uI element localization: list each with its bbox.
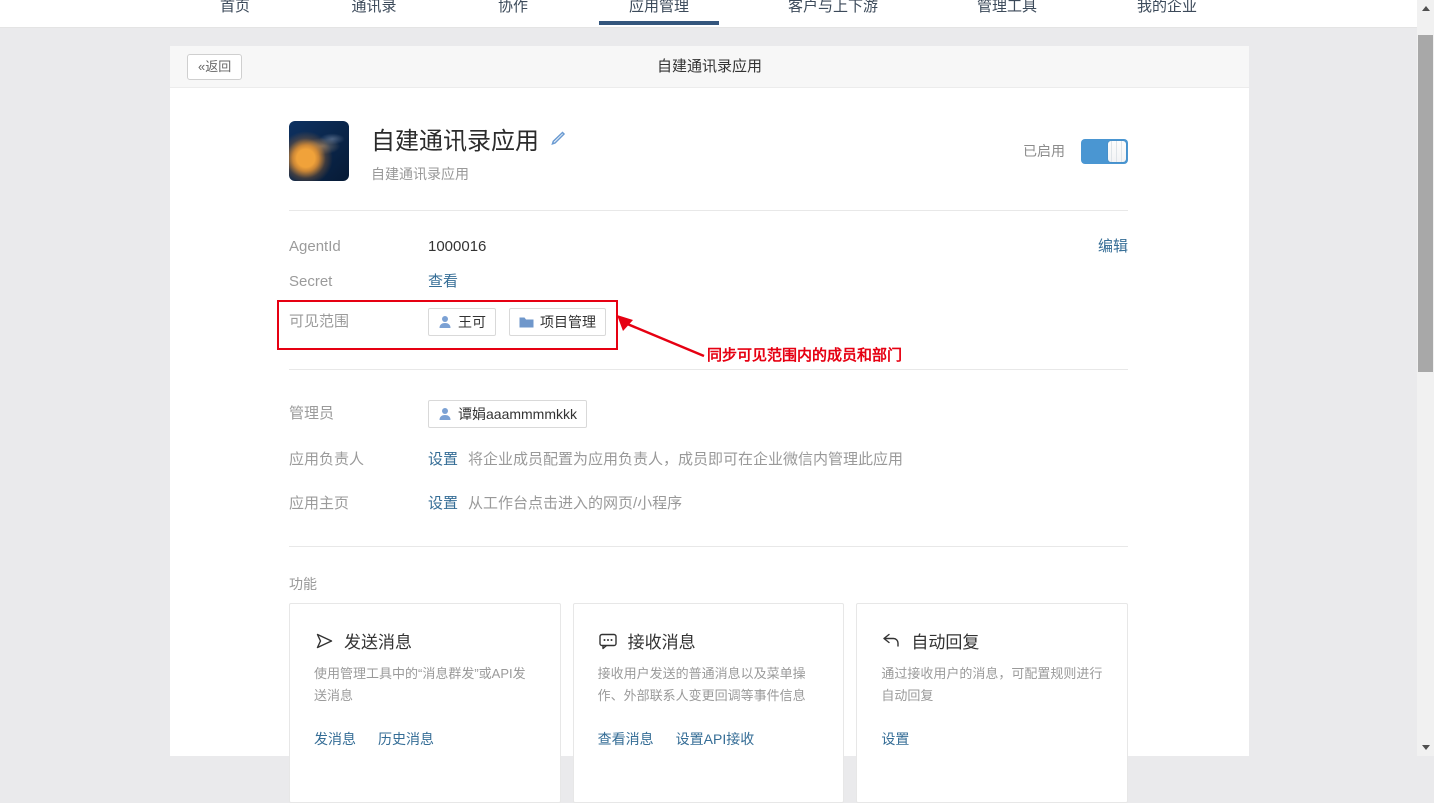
message-history-link[interactable]: 历史消息: [378, 729, 434, 749]
admin-row: 管理员 谭娟aaammmmkkk: [289, 400, 1128, 428]
app-owner-desc: 将企业成员配置为应用负责人，成员即可在企业微信内管理此应用: [468, 450, 903, 470]
agentid-value: 1000016: [428, 237, 486, 257]
feature-title: 自动回复: [911, 628, 979, 653]
app-name: 自建通讯录应用: [371, 121, 539, 156]
app-home-set-link[interactable]: 设置: [428, 494, 458, 514]
app-enabled-toggle[interactable]: [1081, 139, 1128, 164]
feature-desc: 接收用户发送的普通消息以及菜单操作、外部联系人变更回调等事件信息: [598, 663, 820, 707]
divider: [289, 210, 1128, 211]
toggle-knob: [1108, 141, 1126, 162]
visible-user-name: 王可: [458, 312, 486, 332]
app-home-label: 应用主页: [289, 494, 428, 514]
app-home-desc: 从工作台点击进入的网页/小程序: [468, 494, 682, 514]
admin-user-name: 谭娟aaammmmkkk: [458, 404, 577, 424]
reply-arrow-icon: [881, 631, 901, 651]
view-messages-link[interactable]: 查看消息: [598, 729, 654, 749]
folder-icon: [519, 316, 534, 329]
nav-tab-home[interactable]: 首页: [220, 0, 250, 16]
receive-message-icon: [598, 631, 618, 651]
secret-view-link[interactable]: 查看: [428, 272, 458, 292]
visible-scope-row: 可见范围 王可 项目管理: [289, 308, 1128, 336]
feature-desc: 通过接收用户的消息，可配置规则进行自动回复: [881, 663, 1103, 707]
feature-cards: 发送消息 使用管理工具中的“消息群发”或API发送消息 发消息 历史消息 接收消…: [289, 603, 1128, 803]
app-description: 自建通讯录应用: [371, 164, 566, 184]
visible-department-name: 项目管理: [540, 312, 596, 332]
scrollbar-thumb[interactable]: [1418, 35, 1433, 372]
feature-title: 发送消息: [344, 628, 412, 653]
autoreply-settings-link[interactable]: 设置: [881, 729, 909, 749]
nav-tab-collab[interactable]: 协作: [498, 0, 528, 16]
scroll-down-button[interactable]: [1417, 739, 1434, 756]
nav-tab-apps[interactable]: 应用管理: [629, 0, 689, 16]
annotation-text: 同步可见范围内的成员和部门: [707, 344, 902, 365]
visible-scope-label: 可见范围: [289, 312, 428, 332]
feature-card-send: 发送消息 使用管理工具中的“消息群发”或API发送消息 发消息 历史消息: [289, 603, 561, 803]
visible-department-tag[interactable]: 项目管理: [509, 308, 606, 336]
feature-card-autoreply: 自动回复 通过接收用户的消息，可配置规则进行自动回复 设置: [856, 603, 1128, 803]
nav-tab-company[interactable]: 我的企业: [1137, 0, 1197, 16]
user-icon: [438, 407, 452, 421]
panel-body: 自建通讯录应用 自建通讯录应用 已启用 AgentId: [170, 121, 1249, 803]
divider: [289, 369, 1128, 370]
app-titles: 自建通讯录应用 自建通讯录应用: [371, 121, 566, 181]
enabled-status-label: 已启用: [1023, 141, 1065, 161]
feature-title: 接收消息: [628, 628, 696, 653]
admin-label: 管理员: [289, 404, 428, 424]
agentid-label: AgentId: [289, 237, 428, 257]
app-summary-row: 自建通讯录应用 自建通讯录应用 已启用: [289, 121, 1128, 181]
feature-desc: 使用管理工具中的“消息群发”或API发送消息: [314, 663, 536, 707]
divider: [289, 546, 1128, 547]
top-nav: 首页 通讯录 协作 应用管理 客户与上下游 管理工具 我的企业: [0, 0, 1417, 28]
features-section-label: 功能: [289, 574, 1128, 594]
nav-tab-customers[interactable]: 客户与上下游: [788, 0, 878, 16]
app-logo: [289, 121, 349, 181]
scrollbar[interactable]: [1417, 0, 1434, 756]
nav-tab-contacts[interactable]: 通讯录: [351, 0, 396, 16]
app-owner-label: 应用负责人: [289, 450, 428, 470]
nav-tab-tools[interactable]: 管理工具: [977, 0, 1037, 16]
scroll-up-button[interactable]: [1417, 0, 1434, 17]
user-icon: [438, 315, 452, 329]
panel-header: «返回 自建通讯录应用: [170, 46, 1249, 88]
agentid-row: AgentId 1000016 编辑: [289, 237, 1128, 257]
app-owner-row: 应用负责人 设置 将企业成员配置为应用负责人，成员即可在企业微信内管理此应用: [289, 450, 1128, 470]
send-icon: [314, 631, 334, 651]
feature-card-receive: 接收消息 接收用户发送的普通消息以及菜单操作、外部联系人变更回调等事件信息 查看…: [573, 603, 845, 803]
edit-name-icon[interactable]: [549, 130, 566, 147]
send-message-link[interactable]: 发消息: [314, 729, 356, 749]
set-api-receive-link[interactable]: 设置API接收: [676, 729, 755, 749]
app-owner-set-link[interactable]: 设置: [428, 450, 458, 470]
edit-link[interactable]: 编辑: [1098, 237, 1128, 257]
app-detail-panel: «返回 自建通讯录应用 自建通讯录应用 自建通讯录应用 已启用: [170, 46, 1249, 756]
visible-user-tag[interactable]: 王可: [428, 308, 496, 336]
app-home-row: 应用主页 设置 从工作台点击进入的网页/小程序: [289, 494, 1128, 514]
admin-user-tag[interactable]: 谭娟aaammmmkkk: [428, 400, 587, 428]
secret-row: Secret 查看: [289, 272, 1128, 292]
page-title: 自建通讯录应用: [170, 46, 1249, 88]
secret-label: Secret: [289, 272, 428, 292]
